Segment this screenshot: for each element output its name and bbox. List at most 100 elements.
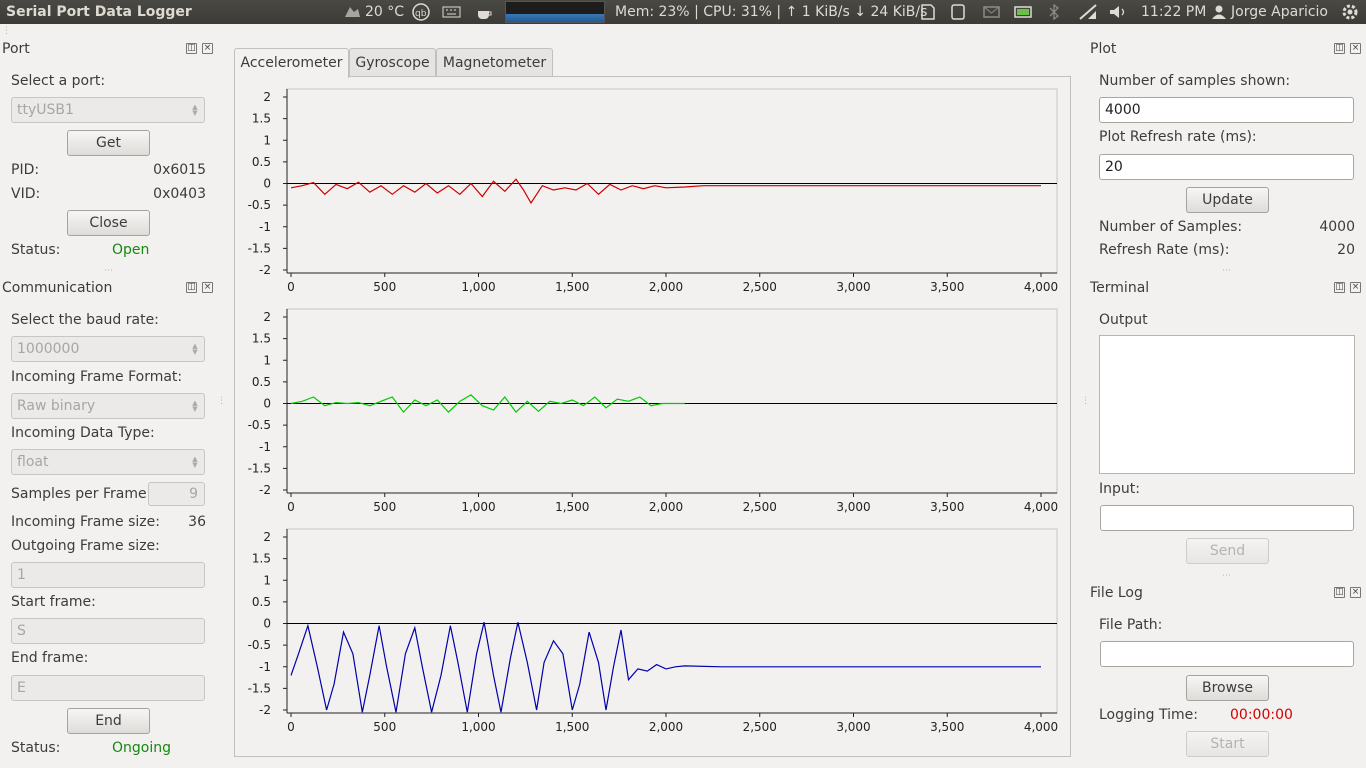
start-frame-field[interactable]: S	[11, 618, 205, 644]
y-tick-label: -1.5	[248, 241, 271, 255]
float-icon[interactable]: ◫	[186, 43, 197, 54]
float-icon[interactable]: ◫	[1334, 282, 1345, 293]
y-tick-label: 1	[263, 133, 271, 147]
x-tick-label: 3,000	[836, 280, 870, 294]
y-tick-label: -0.5	[248, 198, 271, 212]
frame-format-label: Incoming Frame Format:	[11, 369, 183, 385]
outgoing-frame-size-label: Outgoing Frame size:	[11, 538, 160, 554]
keyboard-icon[interactable]	[442, 3, 462, 21]
dock-resize-handle[interactable]: ⋯	[104, 266, 113, 276]
network-icon[interactable]	[1078, 3, 1100, 21]
y-tick-label: -2	[259, 483, 271, 497]
samples-per-frame-spinbox[interactable]: 9	[148, 482, 205, 506]
file-path-input[interactable]	[1100, 641, 1354, 667]
update-button[interactable]: Update	[1186, 187, 1269, 213]
incoming-frame-size-label: Incoming Frame size:	[11, 514, 160, 530]
close-icon[interactable]: ×	[1350, 43, 1361, 54]
y-tick-label: -1	[259, 660, 271, 674]
x-tick-label: 3,500	[930, 500, 964, 514]
dock-resize-handle[interactable]: ⋯	[1222, 571, 1231, 581]
user-name[interactable]: Jorge Aparicio	[1231, 0, 1328, 24]
send-button[interactable]: Send	[1186, 538, 1269, 564]
refresh-rate-status-value: 20	[1337, 242, 1355, 258]
samples-shown-label: Number of samples shown:	[1099, 73, 1291, 89]
app-title: Serial Port Data Logger	[6, 4, 192, 20]
x-tick-label: 1,500	[555, 500, 589, 514]
x-tick-label: 1,500	[555, 720, 589, 734]
clock[interactable]: 11:22 PM	[1141, 0, 1206, 24]
browse-button[interactable]: Browse	[1186, 675, 1269, 701]
communication-dock-title: Communication	[2, 280, 113, 296]
x-tick-label: 500	[373, 720, 396, 734]
terminal-dock-title: Terminal	[1090, 280, 1150, 296]
port-dock-buttons: ◫ ×	[186, 43, 214, 55]
end-frame-field[interactable]: E	[11, 675, 205, 701]
close-button[interactable]: Close	[67, 210, 150, 236]
device-icon[interactable]	[949, 3, 969, 21]
battery-icon[interactable]	[1013, 3, 1035, 21]
file-path-label: File Path:	[1099, 617, 1163, 633]
plot-area	[286, 308, 1058, 494]
incoming-frame-size-value: 36	[188, 514, 206, 530]
pid-value: 0x6015	[153, 162, 206, 178]
splitter-handle[interactable]: ⋮	[1081, 396, 1090, 406]
system-load-graph[interactable]	[505, 1, 605, 23]
y-tick-label: 0	[263, 397, 271, 411]
volume-icon[interactable]	[1108, 3, 1130, 21]
y-tick-label: -1.5	[248, 681, 271, 695]
data-type-select[interactable]: float ▲ ▼	[11, 449, 205, 475]
float-icon[interactable]: ◫	[1334, 587, 1345, 598]
chart-3: 2 1.5 1 0.5 0 -0.5 -1 -1.5 -2 0 500 1,000 1,500 2,000…	[248, 528, 1058, 734]
port-select[interactable]: ttyUSB1 ▲ ▼	[11, 97, 205, 123]
baud-rate-select[interactable]: 1000000 ▲ ▼	[11, 336, 205, 362]
end-button[interactable]: End	[67, 708, 150, 734]
samples-shown-input[interactable]: 4000	[1099, 97, 1354, 123]
bluetooth-icon[interactable]	[1046, 3, 1062, 21]
splitter-handle[interactable]: ⋮	[217, 396, 226, 406]
y-tick-label: -2	[259, 703, 271, 717]
port-dock-title: Port	[2, 41, 30, 57]
x-tick-label: 0	[287, 500, 295, 514]
float-icon[interactable]: ◫	[1334, 43, 1345, 54]
logging-time-label: Logging Time:	[1099, 707, 1198, 723]
refresh-rate-input[interactable]: 20	[1099, 154, 1354, 180]
terminal-input[interactable]	[1100, 505, 1354, 531]
x-tick-label: 2,500	[743, 720, 777, 734]
settings-gear-icon[interactable]	[1340, 3, 1360, 21]
tab-accelerometer[interactable]: Accelerometer	[234, 48, 349, 78]
start-button[interactable]: Start	[1186, 731, 1269, 757]
y-tick-label: 0.5	[252, 595, 271, 609]
caffeine-icon[interactable]	[475, 3, 495, 21]
close-icon[interactable]: ×	[202, 282, 213, 293]
svg-text:qb: qb	[415, 9, 427, 19]
tab-magnetometer[interactable]: Magnetometer	[436, 48, 553, 77]
y-tick-label: 1	[263, 573, 271, 587]
y-tick-label: 1.5	[252, 112, 271, 126]
close-icon[interactable]: ×	[1350, 587, 1361, 598]
dock-grip[interactable]: ⋮	[2, 26, 11, 36]
y-tick-label: -0.5	[248, 638, 271, 652]
sd-card-icon[interactable]	[918, 3, 938, 21]
terminal-output[interactable]	[1099, 335, 1355, 474]
plot-dock-title: Plot	[1090, 41, 1117, 57]
x-tick-label: 500	[373, 280, 396, 294]
chart-1: 2 1.5 1 0.5 0 -0.5 -1 -1.5 -2 0 500 1,000 1,500 2,000…	[248, 88, 1058, 294]
x-tick-label: 0	[287, 280, 295, 294]
chart-2: 2 1.5 1 0.5 0 -0.5 -1 -1.5 -2 0 500 1,000 1,500 2,000…	[248, 308, 1058, 514]
outgoing-frame-size-field[interactable]: 1	[11, 562, 205, 588]
x-tick-label: 1,000	[461, 280, 495, 294]
qbittorrent-icon[interactable]: qb	[411, 3, 433, 21]
close-icon[interactable]: ×	[1350, 282, 1361, 293]
dock-resize-handle[interactable]: ⋯	[1222, 266, 1231, 276]
chevron-updown-icon: ▲ ▼	[192, 399, 198, 413]
get-button[interactable]: Get	[67, 130, 150, 156]
close-icon[interactable]: ×	[202, 43, 213, 54]
frame-format-select[interactable]: Raw binary ▲ ▼	[11, 393, 205, 419]
weather-icon[interactable]	[342, 3, 362, 21]
float-icon[interactable]: ◫	[186, 282, 197, 293]
refresh-rate-label: Plot Refresh rate (ms):	[1099, 129, 1257, 145]
system-monitor-text[interactable]: Mem: 23% | CPU: 31% | ↑ 1 KiB/s ↓ 24 KiB…	[615, 0, 927, 24]
y-tick-label: 1.5	[252, 552, 271, 566]
mail-icon[interactable]	[982, 3, 1002, 21]
tab-gyroscope[interactable]: Gyroscope	[349, 48, 436, 77]
